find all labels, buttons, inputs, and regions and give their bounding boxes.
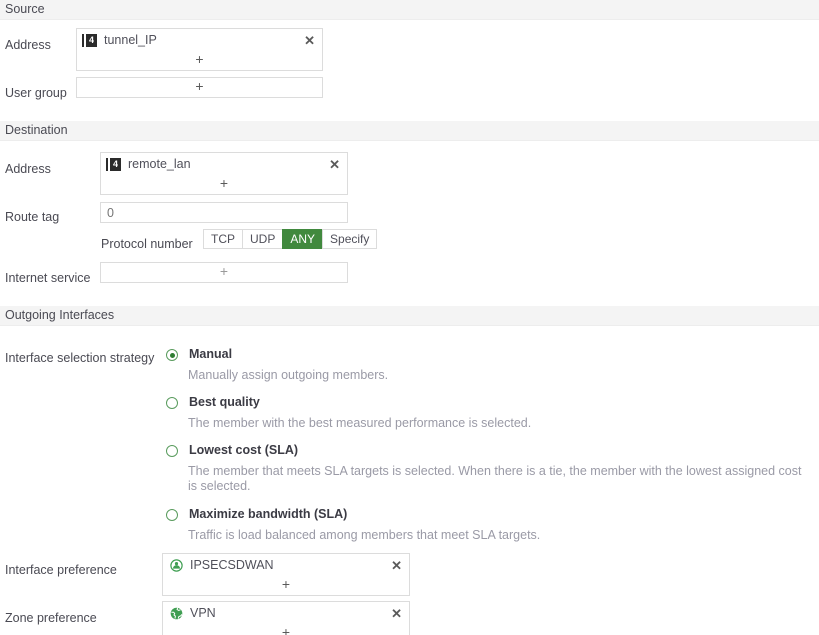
strategy-option-best-quality-label: Best quality — [189, 395, 260, 409]
add-interface-preference-button[interactable]: + — [163, 576, 409, 595]
source-user-group-box[interactable]: + — [76, 77, 323, 98]
strategy-option-manual-description: Manually assign outgoing members. — [188, 368, 389, 382]
source-address-token[interactable]: 4 tunnel_IP ✕ — [77, 29, 322, 51]
section-title-source: Source — [5, 2, 45, 16]
ipv4-address-icon: 4 — [84, 33, 97, 47]
add-destination-address-button[interactable]: + — [101, 175, 347, 194]
destination-address-token[interactable]: 4 remote_lan ✕ — [101, 153, 347, 175]
zone-globe-icon — [170, 607, 183, 620]
strategy-option-maximize-bandwidth-label: Maximize bandwidth (SLA) — [189, 507, 348, 521]
interface-icon — [170, 558, 183, 572]
source-address-token-label: tunnel_IP — [104, 32, 157, 47]
add-internet-service-button[interactable]: + — [101, 263, 347, 282]
label-interface-selection-strategy: Interface selection strategy — [5, 351, 155, 365]
section-title-destination: Destination — [5, 123, 68, 137]
label-protocol-number: Protocol number — [101, 237, 193, 251]
strategy-option-best-quality[interactable]: Best quality — [166, 395, 806, 409]
strategy-option-lowest-cost[interactable]: Lowest cost (SLA) — [166, 443, 806, 457]
strategy-option-manual[interactable]: Manual — [166, 347, 806, 361]
remove-source-address-icon[interactable]: ✕ — [303, 34, 316, 47]
destination-address-token-label: remote_lan — [128, 156, 191, 171]
section-header-destination: Destination — [0, 121, 819, 141]
label-interface-preference: Interface preference — [5, 563, 117, 577]
section-header-outgoing-interfaces: Outgoing Interfaces — [0, 306, 819, 326]
sdwan-rule-form: Source Address 4 tunnel_IP ✕ + User grou… — [0, 0, 819, 635]
label-route-tag: Route tag — [5, 210, 60, 224]
add-zone-preference-button[interactable]: + — [163, 624, 409, 635]
strategy-option-maximize-bandwidth[interactable]: Maximize bandwidth (SLA) — [166, 507, 806, 521]
label-source-user-group: User group — [5, 86, 67, 100]
protocol-option-tcp[interactable]: TCP — [203, 229, 242, 249]
remove-destination-address-icon[interactable]: ✕ — [328, 158, 341, 171]
route-tag-input[interactable] — [100, 202, 348, 223]
interface-preference-token-label: IPSECSDWAN — [190, 557, 274, 572]
section-title-outgoing-interfaces: Outgoing Interfaces — [5, 308, 115, 322]
add-user-group-button[interactable]: + — [77, 78, 322, 97]
strategy-option-best-quality-description: The member with the best measured perfor… — [188, 416, 532, 430]
strategy-option-maximize-bandwidth-description: Traffic is load balanced among members t… — [188, 528, 541, 542]
interface-preference-token[interactable]: IPSECSDWAN ✕ — [163, 554, 409, 576]
section-header-source: Source — [0, 0, 819, 20]
radio-best-quality-icon[interactable] — [166, 397, 178, 409]
destination-address-box[interactable]: 4 remote_lan ✕ + — [100, 152, 348, 195]
add-source-address-button[interactable]: + — [77, 51, 322, 70]
label-source-address: Address — [5, 38, 51, 52]
protocol-option-specify[interactable]: Specify — [322, 229, 378, 249]
ipv4-address-icon: 4 — [108, 157, 121, 171]
source-address-box[interactable]: 4 tunnel_IP ✕ + — [76, 28, 323, 71]
protocol-number-group[interactable]: TCP UDP ANY Specify — [203, 229, 378, 249]
remove-interface-preference-icon[interactable]: ✕ — [390, 559, 403, 572]
zone-preference-token-label: VPN — [190, 605, 216, 620]
label-destination-address: Address — [5, 162, 51, 176]
zone-preference-token[interactable]: VPN ✕ — [163, 602, 409, 624]
protocol-option-udp[interactable]: UDP — [242, 229, 283, 249]
radio-manual-icon[interactable] — [166, 349, 178, 361]
remove-zone-preference-icon[interactable]: ✕ — [390, 607, 403, 620]
radio-lowest-cost-icon[interactable] — [166, 445, 178, 457]
zone-preference-box[interactable]: VPN ✕ + — [162, 601, 410, 635]
strategy-option-lowest-cost-description: The member that meets SLA targets is sel… — [188, 464, 802, 493]
label-zone-preference: Zone preference — [5, 611, 97, 625]
radio-maximize-bandwidth-icon[interactable] — [166, 509, 178, 521]
strategy-option-lowest-cost-label: Lowest cost (SLA) — [189, 443, 299, 457]
protocol-option-any[interactable]: ANY — [282, 229, 323, 249]
internet-service-box[interactable]: + — [100, 262, 348, 283]
strategy-option-manual-label: Manual — [189, 347, 233, 361]
interface-preference-box[interactable]: IPSECSDWAN ✕ + — [162, 553, 410, 596]
label-internet-service: Internet service — [5, 271, 91, 285]
